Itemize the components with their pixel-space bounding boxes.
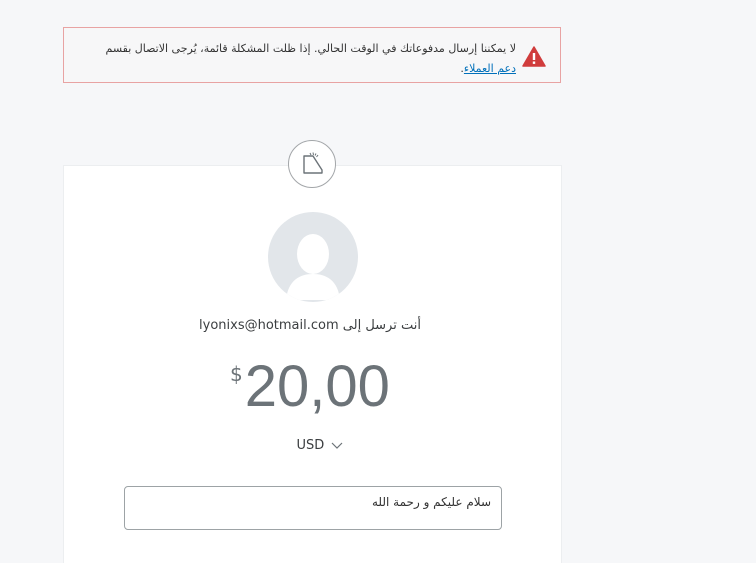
note-field[interactable]: سلام عليكم و رحمة الله xyxy=(124,486,502,530)
recipient-avatar xyxy=(268,212,358,302)
currency-selector[interactable]: USD xyxy=(280,438,360,453)
user-silhouette-icon xyxy=(286,234,340,300)
currency-symbol: $ xyxy=(230,362,243,386)
amount-value[interactable]: 20,00 xyxy=(245,354,390,419)
alert-message: لا يمكننا إرسال مدفوعاتك في الوقت الحالي… xyxy=(86,39,516,79)
gift-tag-icon xyxy=(303,152,323,174)
customer-support-link[interactable]: دعم العملاء xyxy=(464,62,516,75)
payment-badge xyxy=(288,140,336,188)
chevron-down-icon xyxy=(332,442,343,449)
warning-triangle-icon xyxy=(522,46,546,67)
currency-code: USD xyxy=(296,438,325,453)
amount-display[interactable]: $20,00 xyxy=(200,350,420,424)
recipient-line: أنت ترسل إلى lyonixs@hotmail.com xyxy=(199,318,421,333)
alert-message-text: لا يمكننا إرسال مدفوعاتك في الوقت الحالي… xyxy=(105,42,516,55)
error-alert: لا يمكننا إرسال مدفوعاتك في الوقت الحالي… xyxy=(63,27,561,83)
